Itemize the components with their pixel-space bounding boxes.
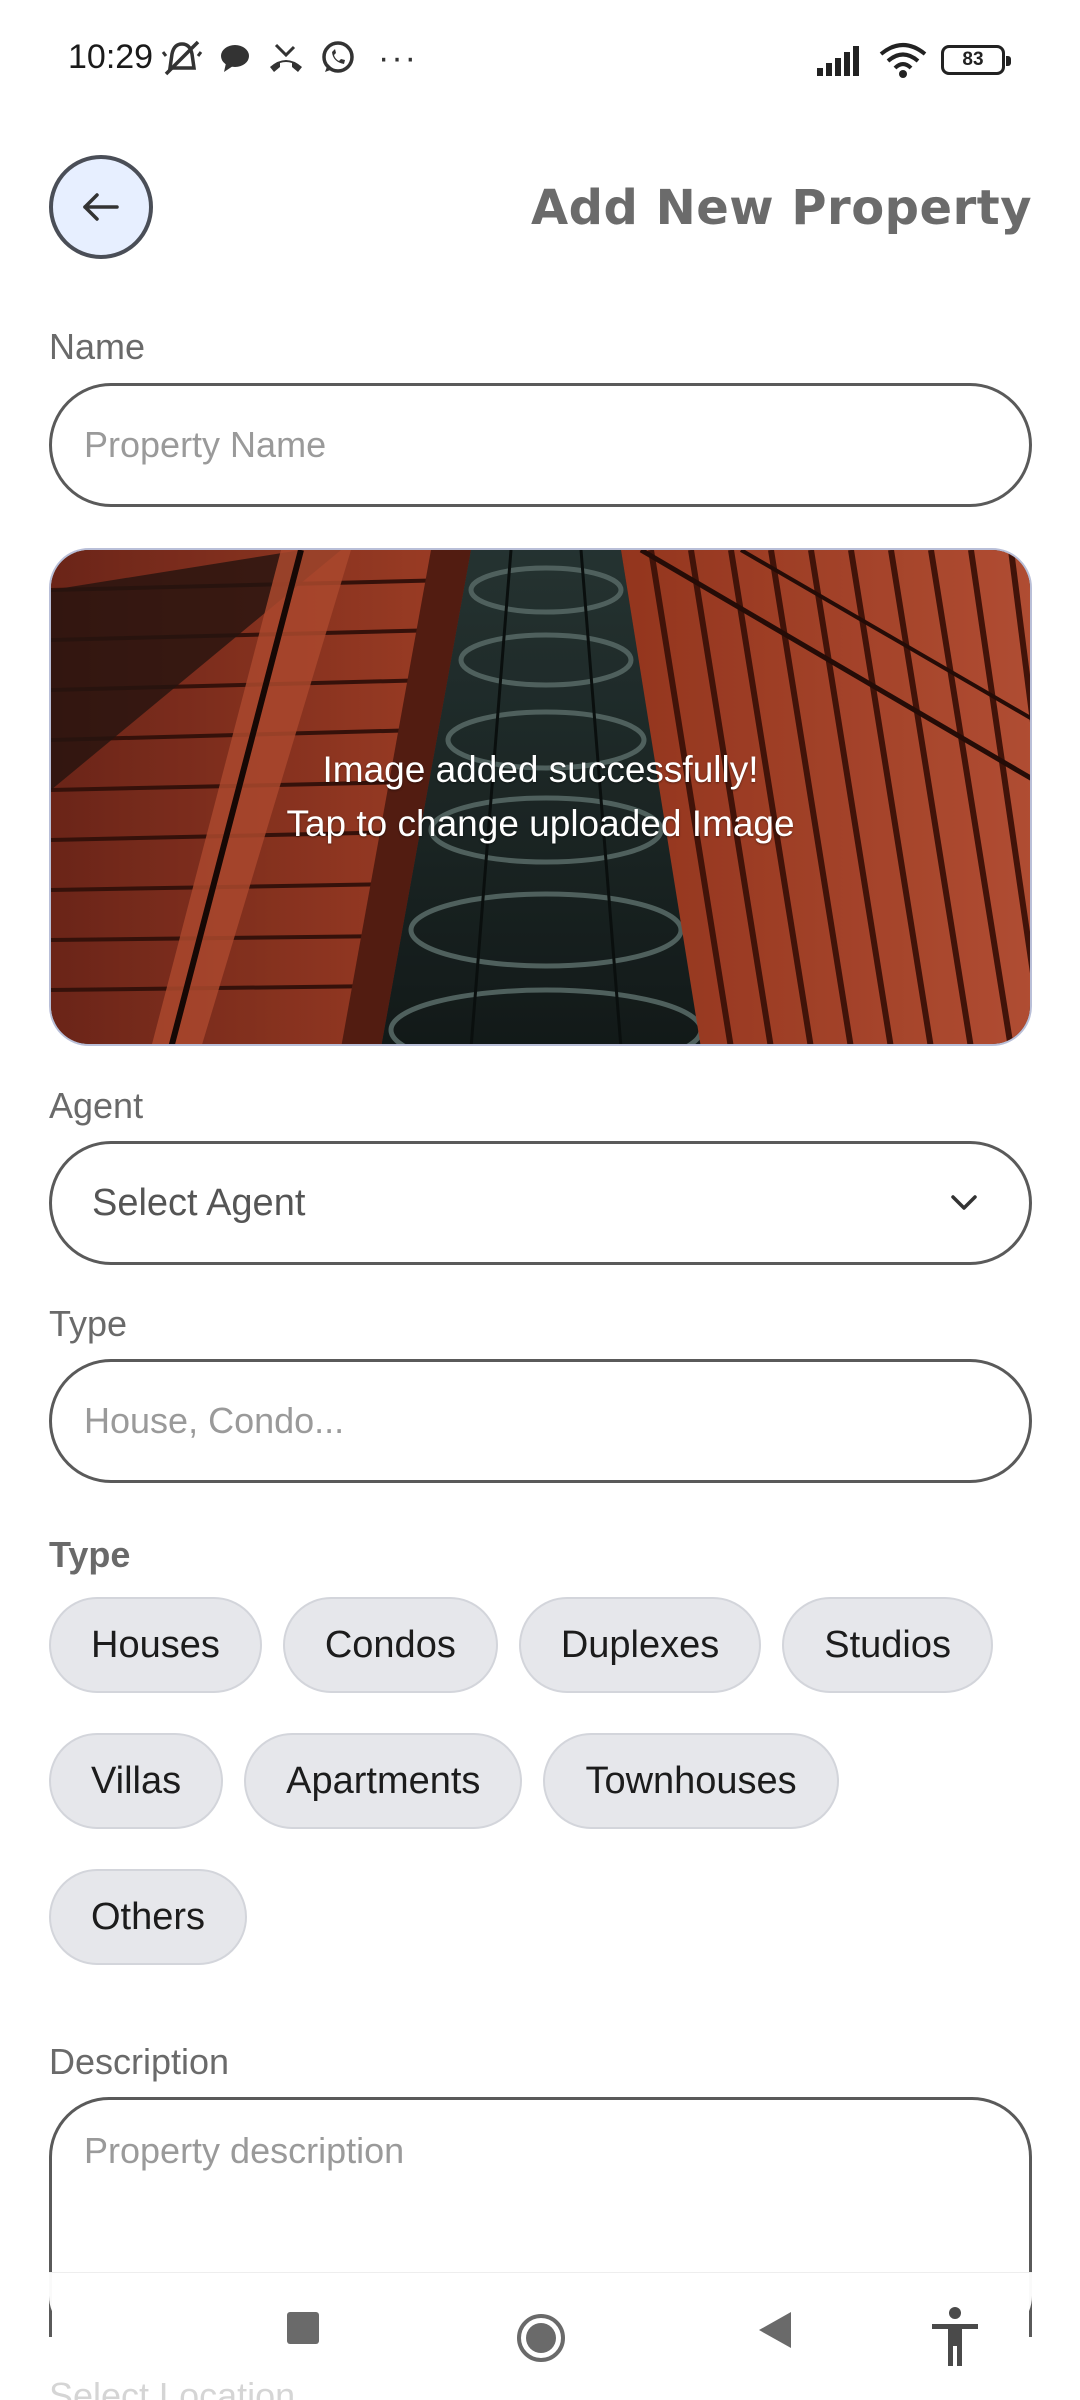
bell-off-icon — [161, 40, 203, 76]
type-input[interactable]: House, Condo... — [49, 1359, 1032, 1483]
accessibility-icon — [932, 2307, 978, 2366]
type-chip-group: Houses Condos Duplexes Studios Villas Ap… — [49, 1597, 1032, 1965]
whatsapp-icon — [322, 41, 354, 73]
agent-select-value: Select Agent — [92, 1181, 306, 1224]
signal-icon — [817, 46, 859, 76]
agent-label: Agent — [49, 1085, 144, 1126]
battery-level: 83 — [962, 49, 984, 70]
type-label: Type — [49, 1303, 128, 1344]
agent-select[interactable]: Select Agent — [49, 1141, 1032, 1265]
chip-apartments[interactable]: Apartments — [244, 1733, 523, 1829]
description-label: Description — [49, 2041, 230, 2082]
name-label: Name — [49, 326, 146, 367]
home-button[interactable] — [515, 2312, 567, 2364]
more-notifications-icon: ··· — [378, 39, 418, 77]
page-title: Add New Property — [530, 180, 1032, 236]
location-label: Select Location — [49, 2375, 296, 2400]
arrow-left-icon — [83, 193, 119, 221]
triangle-back-icon — [759, 2312, 791, 2348]
home-circle-icon — [517, 2314, 565, 2362]
battery-icon: 83 — [941, 45, 1011, 75]
chat-bubble-icon — [221, 45, 249, 72]
nav-back-button[interactable] — [755, 2310, 795, 2350]
missed-call-icon — [270, 43, 302, 72]
status-time: 10:29 — [68, 38, 154, 76]
description-placeholder: Property description — [84, 2130, 405, 2171]
image-change-hint: Tap to change uploaded Image — [286, 803, 795, 844]
chip-houses[interactable]: Houses — [49, 1597, 262, 1693]
chip-condos[interactable]: Condos — [282, 1597, 498, 1693]
image-status-message: Image added successfully! — [322, 749, 759, 790]
chip-duplexes[interactable]: Duplexes — [518, 1597, 762, 1693]
property-image-upload[interactable]: Image added successfully! Tap to change … — [49, 548, 1032, 1046]
wifi-icon — [879, 43, 927, 78]
image-upload-overlay: Image added successfully! Tap to change … — [51, 550, 1030, 1044]
chip-studios[interactable]: Studios — [782, 1597, 993, 1693]
chip-others[interactable]: Others — [49, 1869, 248, 1965]
property-name-placeholder: Property Name — [84, 424, 327, 465]
accessibility-button[interactable] — [930, 2306, 980, 2368]
type-chips-label: Type — [49, 1534, 131, 1575]
recents-button[interactable] — [285, 2310, 321, 2346]
status-bar: 10:29 ··· 83 — [0, 0, 1080, 120]
type-input-placeholder: House, Condo... — [84, 1400, 345, 1441]
status-notification-icons: ··· — [160, 36, 418, 80]
back-button[interactable] — [49, 155, 153, 259]
square-icon — [287, 2312, 319, 2344]
chevron-down-icon — [951, 1195, 977, 1210]
status-system-icons: 83 — [817, 38, 1011, 82]
chip-townhouses[interactable]: Townhouses — [543, 1733, 839, 1829]
property-name-input[interactable]: Property Name — [49, 383, 1032, 507]
chip-villas[interactable]: Villas — [49, 1733, 224, 1829]
